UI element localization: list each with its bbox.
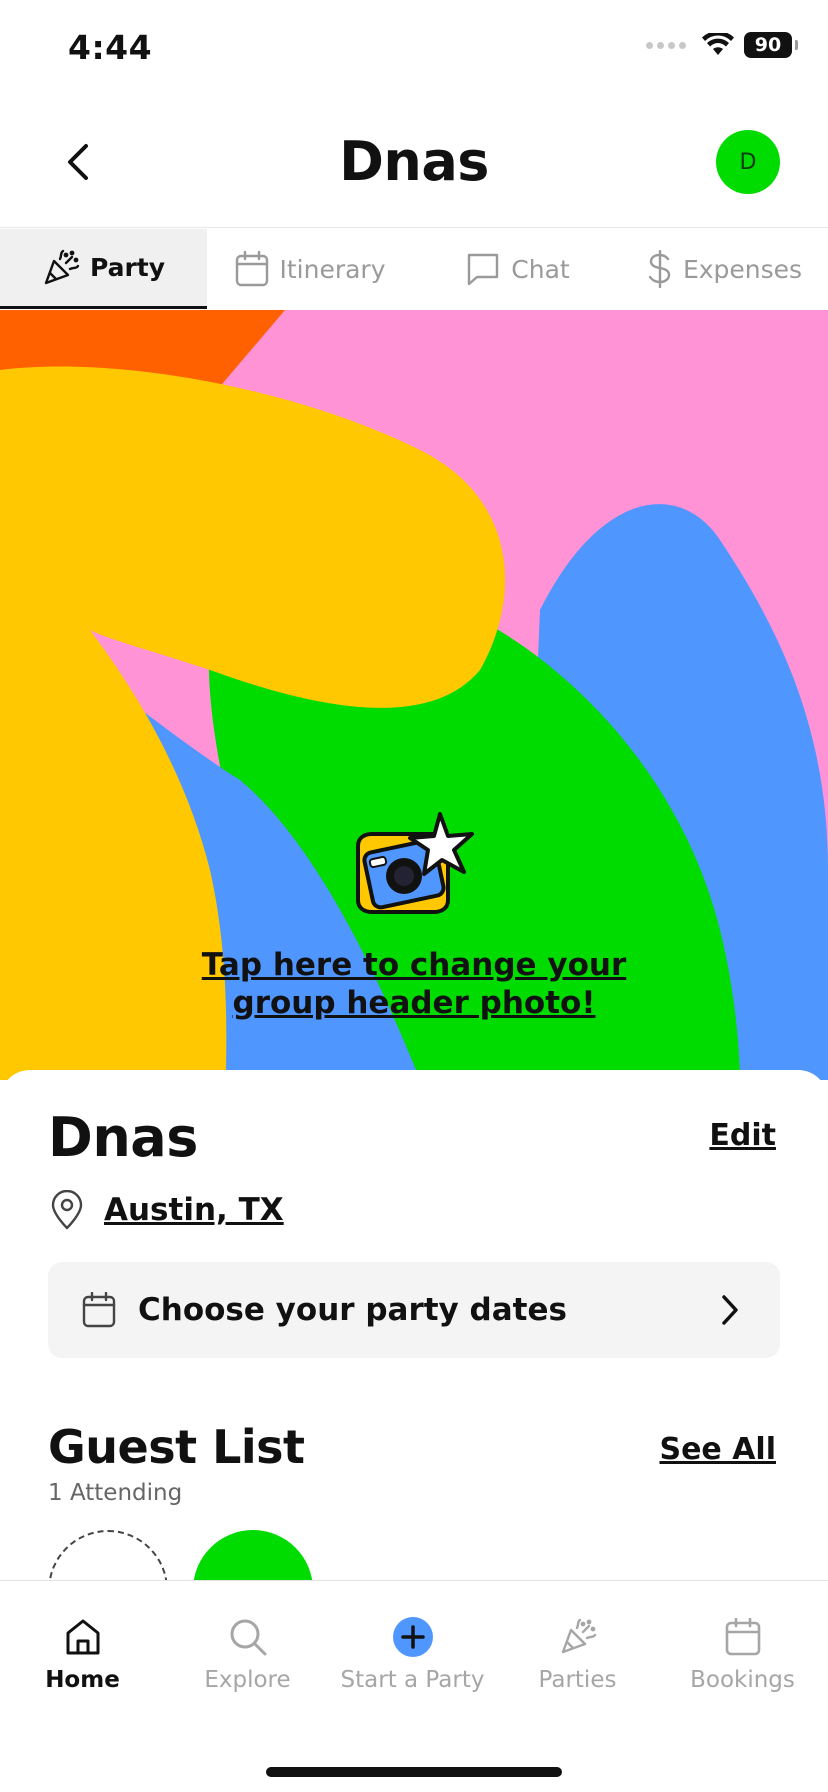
attending-count: 1 Attending [48, 1480, 183, 1506]
choose-dates-button[interactable]: Choose your party dates [48, 1262, 780, 1358]
nav-home[interactable]: Home [0, 1615, 165, 1693]
choose-dates-label: Choose your party dates [138, 1292, 567, 1328]
nav-label: Parties [538, 1667, 617, 1693]
map-pin-icon [51, 1190, 83, 1230]
calendar-icon [236, 251, 269, 287]
party-popper-icon [44, 249, 80, 284]
user-avatar[interactable]: D [716, 130, 780, 194]
top-header: Dnas D [0, 100, 828, 228]
status-indicators: 90 [646, 32, 798, 58]
dollar-icon [648, 250, 671, 288]
group-header-photo[interactable]: Tap here to change your group header pho… [0, 310, 828, 1080]
nav-bookings[interactable]: Bookings [660, 1615, 825, 1693]
tab-label: Party [89, 253, 166, 282]
tab-label: Expenses [682, 254, 803, 284]
location-row[interactable]: Austin, TX [50, 1190, 284, 1230]
nav-label: Home [45, 1667, 120, 1693]
camera-sticker-icon [356, 812, 474, 914]
page-title: Dnas [339, 130, 489, 193]
party-details-sheet: Dnas Edit Austin, TX Choose your party d… [0, 1070, 828, 1650]
tab-label: Chat [511, 254, 570, 284]
home-icon [66, 1619, 99, 1655]
status-bar: 4:44 90 [0, 0, 828, 100]
wifi-icon [702, 33, 734, 55]
edit-button[interactable]: Edit [709, 1118, 776, 1153]
guest-list-title: Guest List [48, 1420, 305, 1474]
see-all-guests-link[interactable]: See All [659, 1432, 776, 1467]
nav-parties[interactable]: Parties [495, 1615, 660, 1693]
nav-explore[interactable]: Explore [165, 1615, 330, 1693]
search-icon [230, 1619, 266, 1656]
tab-expenses[interactable]: Expenses [621, 229, 828, 309]
nav-start-a-party[interactable]: Start a Party [330, 1615, 495, 1693]
battery-indicator: 90 [744, 32, 798, 58]
tab-chat[interactable]: Chat [414, 229, 621, 309]
status-time: 4:44 [68, 28, 153, 67]
nav-label: Bookings [690, 1667, 795, 1693]
tab-itinerary[interactable]: Itinerary [207, 229, 414, 309]
location-link[interactable]: Austin, TX [104, 1192, 284, 1228]
chevron-right-icon [722, 1295, 738, 1325]
cellular-signal-icon [646, 41, 686, 49]
tab-party[interactable]: Party [0, 229, 207, 309]
nav-label: Explore [204, 1667, 291, 1693]
tab-label: Itinerary [279, 254, 386, 284]
party-popper-icon [561, 1618, 596, 1654]
party-name: Dnas [48, 1106, 198, 1169]
calendar-icon [82, 1292, 116, 1328]
section-tabs: Party Itinerary Chat Expenses [0, 229, 828, 309]
nav-label: Start a Party [340, 1667, 485, 1693]
calendar-icon [725, 1618, 760, 1656]
plus-circle-icon [392, 1617, 433, 1657]
change-header-photo-link[interactable]: Tap here to change your group header pho… [160, 946, 668, 1022]
home-indicator-bar [266, 1767, 562, 1777]
bottom-navigation: Home Explore Start a Party Parties Booki… [0, 1580, 828, 1792]
chat-bubble-icon [468, 253, 499, 286]
